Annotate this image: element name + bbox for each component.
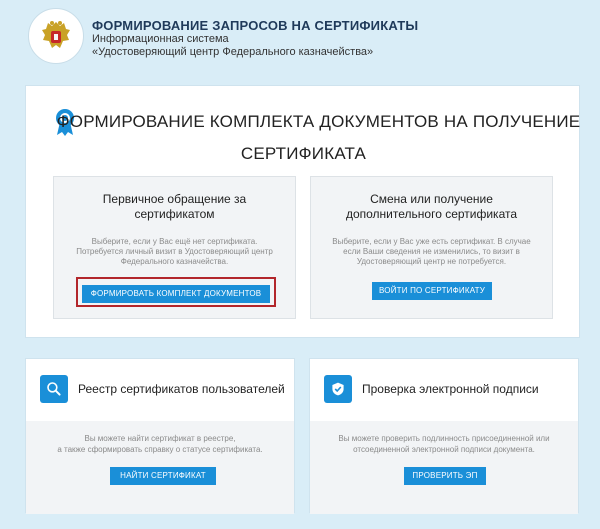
find-certificate-button[interactable]: НАЙТИ СЕРТИФИКАТ (110, 467, 216, 485)
card-description: Вы можете найти сертификат в реестре, а … (34, 433, 286, 455)
page-title-line-2: СЕРТИФИКАТА (240, 144, 367, 163)
card-header: Проверка электронной подписи (310, 359, 578, 421)
verify-signature-button[interactable]: ПРОВЕРИТЬ ЭП (404, 467, 486, 485)
card-body: Вы можете найти сертификат в реестре, а … (26, 421, 294, 514)
option-desc-line-3: Федерального казначейства. (120, 257, 229, 266)
card-title: Реестр сертификатов пользователей (78, 382, 285, 396)
card-desc-line-2: а также сформировать справку о статусе с… (57, 445, 263, 454)
login-by-certificate-button[interactable]: ВОЙТИ ПО СЕРТИФИКАТУ (372, 282, 492, 300)
card-desc-line-2: отсоединенной электронной подписи докуме… (353, 445, 535, 454)
card-desc-line-1: Вы можете проверить подлинность присоеди… (338, 434, 550, 443)
coat-of-arms-icon[interactable] (28, 8, 84, 64)
option-desc-line-1: Выберите, если у Вас уже есть сертификат… (332, 237, 531, 246)
option-first-request: Первичное обращение за сертификатом Выбе… (53, 176, 296, 319)
card-desc-line-1: Вы можете найти сертификат в реестре, (84, 434, 236, 443)
option-title-line-1: Первичное обращение за (102, 192, 247, 206)
option-desc-line-2: Потребуется личный визит в Удостоверяющи… (76, 247, 273, 256)
option-description: Выберите, если у Вас ещё нет сертификата… (64, 237, 285, 267)
option-description: Выберите, если у Вас уже есть сертификат… (321, 237, 542, 267)
document-package-panel: ФОРМИРОВАНИЕ КОМПЛЕКТА ДОКУМЕНТОВ НА ПОЛ… (25, 85, 580, 338)
option-desc-line-3: Удостоверяющий центр не потребуется. (356, 257, 507, 266)
page-title-line-1: ФОРМИРОВАНИЕ КОМПЛЕКТА ДОКУМЕНТОВ НА ПОЛ… (56, 112, 581, 131)
site-header: ФОРМИРОВАНИЕ ЗАПРОСОВ НА СЕРТИФИКАТЫ Инф… (28, 8, 588, 70)
highlight-frame: ФОРМИРОВАТЬ КОМПЛЕКТ ДОКУМЕНТОВ (76, 277, 276, 307)
form-document-package-button[interactable]: ФОРМИРОВАТЬ КОМПЛЕКТ ДОКУМЕНТОВ (82, 285, 270, 303)
option-title: Смена или получение дополнительного серт… (311, 192, 552, 222)
card-header: Реестр сертификатов пользователей (26, 359, 294, 421)
verify-signature-card: Проверка электронной подписи Вы можете п… (309, 358, 579, 514)
card-body: Вы можете проверить подлинность присоеди… (310, 421, 578, 514)
page-title: ФОРМИРОВАНИЕ КОМПЛЕКТА ДОКУМЕНТОВ НА ПОЛ… (26, 106, 581, 170)
option-title-line-2: сертификатом (134, 207, 215, 221)
card-description: Вы можете проверить подлинность присоеди… (318, 433, 570, 455)
option-desc-line-2: если Ваши сведения не изменились, то виз… (343, 247, 520, 256)
option-title: Первичное обращение за сертификатом (54, 192, 295, 222)
option-title-line-2: дополнительного сертификата (345, 207, 518, 221)
site-title: ФОРМИРОВАНИЕ ЗАПРОСОВ НА СЕРТИФИКАТЫ (92, 18, 419, 33)
option-desc-line-1: Выберите, если у Вас ещё нет сертификата… (91, 237, 258, 246)
shield-check-icon (324, 375, 352, 403)
header-text: ФОРМИРОВАНИЕ ЗАПРОСОВ НА СЕРТИФИКАТЫ Инф… (92, 18, 418, 59)
site-subtitle-1: Информационная система (92, 33, 229, 45)
option-change-certificate: Смена или получение дополнительного серт… (310, 176, 553, 319)
site-subtitle-2: «Удостоверяющий центр Федерального казна… (92, 46, 374, 58)
option-title-line-1: Смена или получение (370, 192, 493, 206)
registry-card: Реестр сертификатов пользователей Вы мож… (25, 358, 295, 514)
card-title: Проверка электронной подписи (362, 382, 539, 396)
search-icon (40, 375, 68, 403)
